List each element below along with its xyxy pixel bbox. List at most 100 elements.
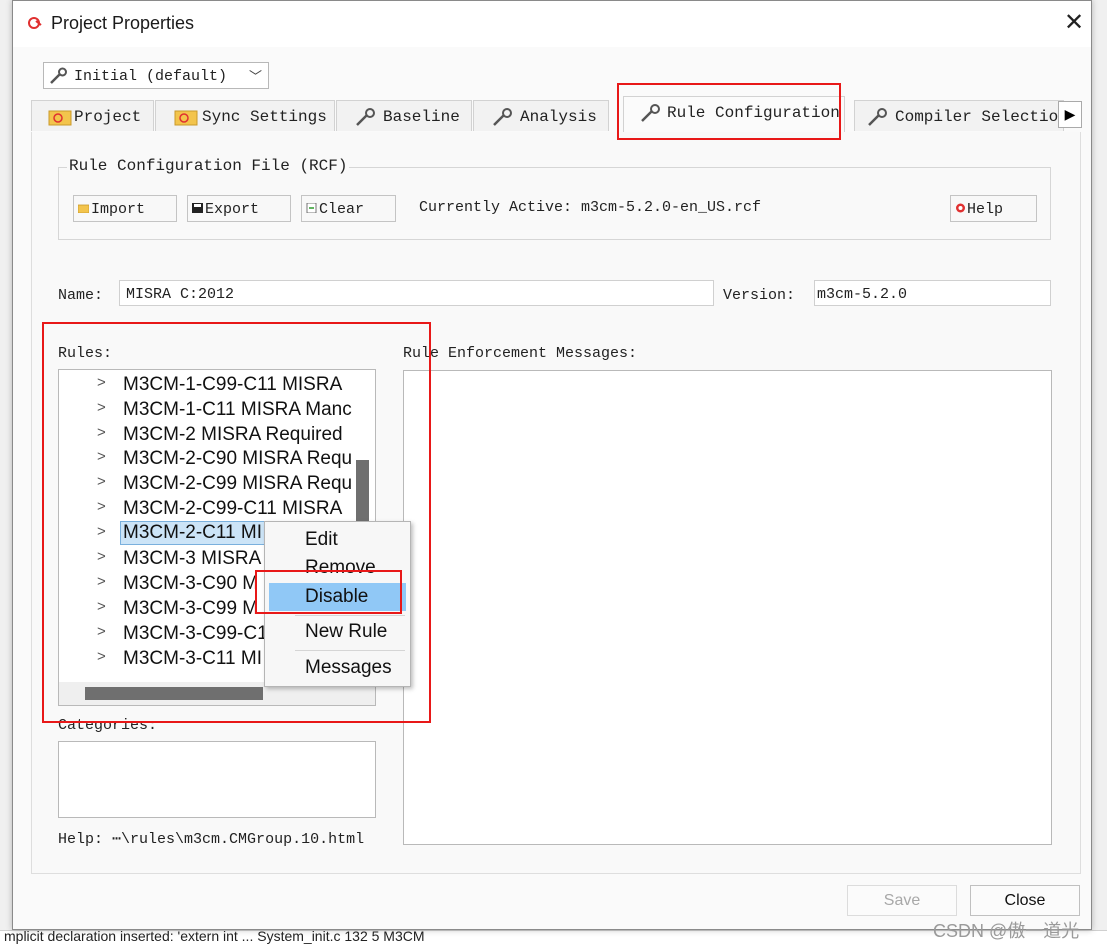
menu-item-disable[interactable]: Disable [269, 583, 406, 611]
clear-button[interactable]: Clear [301, 195, 396, 222]
rcf-group-legend: Rule Configuration File (RCF) [67, 157, 350, 175]
tree-item[interactable]: > M3CM-2-C90 MISRA Requ [59, 446, 359, 471]
name-field[interactable]: MISRA C:2012 [119, 280, 714, 306]
import-button-label: Import [91, 201, 146, 218]
chevron-right-icon[interactable]: > [97, 448, 106, 465]
categories-label: Categories: [58, 717, 158, 734]
tab-label: Baseline [383, 108, 460, 126]
clear-button-label: Clear [319, 201, 365, 218]
tab-sync-settings[interactable]: Sync Settings [155, 100, 335, 131]
currently-active-rcf: Currently Active: m3cm-5.2.0-en_US.rcf [419, 199, 762, 216]
title-bar: Project Properties ✕ [13, 1, 1091, 47]
chevron-right-icon[interactable]: > [97, 623, 106, 640]
project-folder-icon [174, 110, 198, 126]
context-menu: Edit Remove Disable New Rule Messages [264, 521, 411, 687]
chevron-right-icon[interactable]: > [97, 523, 106, 540]
profile-select[interactable]: Initial (default) ﹀ [43, 62, 269, 89]
tab-baseline[interactable]: Baseline [336, 100, 472, 131]
chevron-right-icon[interactable]: > [97, 374, 106, 391]
export-button[interactable]: Export [187, 195, 291, 222]
horizontal-scrollbar-thumb[interactable] [85, 687, 263, 700]
menu-item-new-rule[interactable]: New Rule [269, 618, 406, 646]
background-app-left [0, 0, 12, 946]
background-status-text: mplicit declaration inserted: 'extern in… [4, 930, 425, 944]
tab-strip: Project Sync Settings Baseline Analysis … [31, 96, 1081, 133]
menu-item-edit[interactable]: Edit [269, 526, 406, 554]
tree-item-label: M3CM-3-C11 MI [123, 648, 262, 669]
tab-label: Sync Settings [202, 108, 327, 126]
chevron-right-icon[interactable]: > [97, 648, 106, 665]
chevron-right-icon[interactable]: > [97, 424, 106, 441]
profile-select-value: Initial (default) [74, 68, 228, 85]
help-path-text: Help: ⋯\rules\m3cm.CMGroup.10.html [58, 831, 365, 848]
tab-label: Rule Configuration [667, 104, 840, 122]
tree-item-label: M3CM-3 MISRA [123, 548, 262, 569]
chevron-right-icon[interactable]: > [97, 473, 106, 490]
tab-label: Project [74, 108, 142, 126]
window-title: Project Properties [51, 13, 195, 33]
chevron-right-icon[interactable]: > [97, 399, 106, 416]
version-field[interactable]: m3cm-5.2.0 [814, 280, 1051, 306]
background-app-right [1092, 0, 1107, 946]
save-disk-icon [192, 203, 203, 213]
help-button[interactable]: Help [950, 195, 1037, 222]
menu-separator [295, 650, 405, 651]
tree-item-label: M3CM-3-C90 M [123, 573, 259, 594]
import-button[interactable]: Import [73, 195, 177, 222]
tree-item[interactable]: > M3CM-2-C99 MISRA Requ [59, 471, 359, 496]
clear-document-icon [306, 203, 317, 213]
wrench-icon [493, 108, 512, 126]
tree-item-label: M3CM-2-C99 MISRA Requ [123, 473, 353, 494]
rule-enforcement-messages-box[interactable] [403, 370, 1052, 845]
chevron-right-icon[interactable]: > [97, 498, 106, 515]
categories-box[interactable] [58, 741, 376, 818]
menu-item-label: Remove [305, 557, 376, 578]
chevron-right-icon[interactable]: > [97, 548, 106, 565]
tree-item-label: M3CM-2-C11 MI [120, 521, 265, 545]
help-button-label: Help [967, 201, 1004, 218]
tree-item[interactable]: > M3CM-2-C99-C11 MISRA [59, 496, 359, 521]
chevron-right-icon[interactable]: > [97, 573, 106, 590]
close-button[interactable]: Close [970, 885, 1080, 916]
menu-item-label: New Rule [305, 621, 388, 642]
app-logo-icon [28, 17, 42, 29]
close-icon[interactable]: ✕ [1059, 9, 1089, 37]
name-field-value: MISRA C:2012 [126, 286, 235, 303]
tab-label: Analysis [520, 108, 597, 126]
tab-compiler-selection[interactable]: Compiler Selection [854, 100, 1064, 131]
version-label: Version: [723, 287, 796, 304]
tab-project[interactable]: Project [31, 100, 154, 131]
tree-item[interactable]: > M3CM-2 MISRA Required [59, 422, 359, 447]
tab-rule-configuration[interactable]: Rule Configuration [623, 96, 845, 132]
wrench-icon [641, 104, 660, 122]
tree-item-label: M3CM-1-C99-C11 MISRA [123, 374, 343, 395]
tree-item-label: M3CM-2-C99-C11 MISRA [123, 498, 343, 519]
tree-item-label: M3CM-3-C99 M [123, 598, 259, 619]
name-label: Name: [58, 287, 104, 304]
tree-item-label: M3CM-2 MISRA Required [123, 424, 343, 445]
tab-scroll-right-icon[interactable]: ▶ [1058, 101, 1082, 128]
wrench-icon [50, 67, 67, 84]
save-button[interactable]: Save [847, 885, 957, 916]
vertical-scrollbar-thumb[interactable] [356, 460, 369, 524]
project-properties-dialog: Project Properties ✕ Initial (default) ﹀… [12, 0, 1092, 930]
tree-item-label: M3CM-2-C90 MISRA Requ [123, 448, 353, 469]
folder-icon [78, 204, 89, 213]
menu-separator [295, 615, 405, 616]
menu-item-messages[interactable]: Messages [269, 654, 406, 682]
tree-item-label: M3CM-1-C11 MISRA Manc [123, 399, 352, 420]
tab-label: Compiler Selection [895, 108, 1064, 126]
tab-analysis[interactable]: Analysis [473, 100, 609, 131]
wrench-icon [868, 108, 887, 126]
help-icon [956, 203, 965, 213]
chevron-right-icon[interactable]: > [97, 598, 106, 615]
menu-item-remove[interactable]: Remove [269, 554, 406, 582]
menu-item-label: Edit [305, 529, 338, 550]
menu-item-label: Messages [305, 657, 392, 678]
export-button-label: Export [205, 201, 260, 218]
rules-label: Rules: [58, 345, 113, 362]
project-folder-icon [48, 110, 72, 126]
tree-item[interactable]: > M3CM-1-C99-C11 MISRA [59, 372, 359, 397]
tree-item[interactable]: > M3CM-1-C11 MISRA Manc [59, 397, 359, 422]
rule-enforcement-messages-label: Rule Enforcement Messages: [403, 345, 638, 362]
